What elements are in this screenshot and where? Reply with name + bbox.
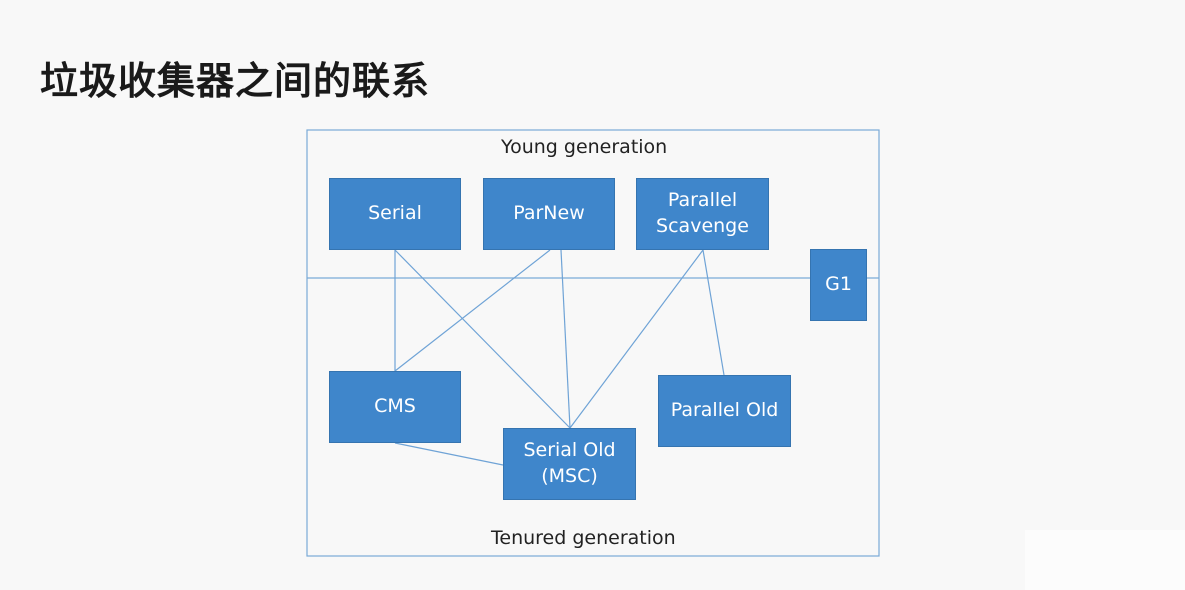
collector-diagram [306,129,880,557]
young-generation-label: Young generation [501,136,668,158]
node-g1: G1 [810,249,867,321]
node-parallel-old: Parallel Old [658,375,791,447]
watermark-overlay [1025,530,1185,590]
node-parnew: ParNew [483,178,615,250]
edge-parnew-serial_old [560,249,571,429]
node-parallel-scavenge: Parallel Scavenge [636,178,769,250]
node-serial: Serial [329,178,461,250]
node-serial-old: Serial Old (MSC) [503,428,636,500]
edge-parallel_scavenge-parallel_old [702,249,725,376]
edge-cms-serial_old [394,442,504,466]
edge-parnew-cms [394,249,551,372]
tenured-generation-label: Tenured generation [491,527,676,549]
node-cms: CMS [329,371,461,443]
